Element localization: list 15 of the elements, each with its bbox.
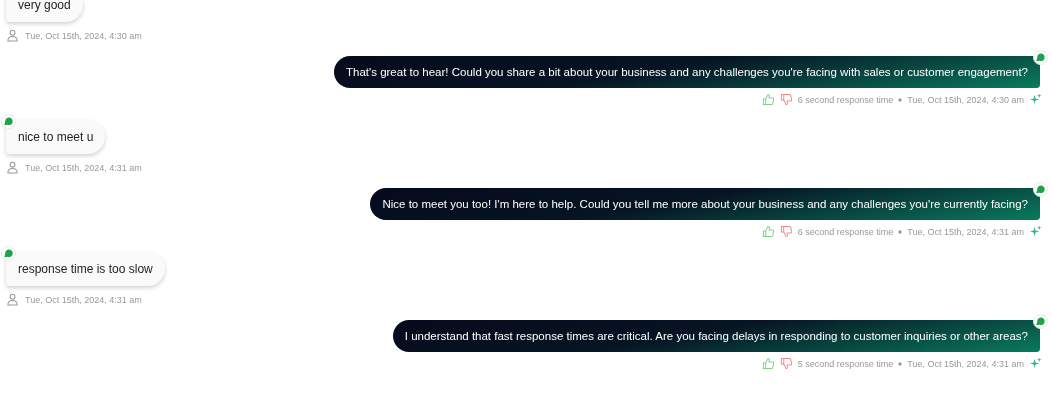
- bot-message: Nice to meet you too! I'm here to help. Could you tell me more about your business and any challenges you're currently facing?: [370, 188, 1040, 220]
- user-message: nice to meet u: [6, 120, 106, 154]
- user-message: response time is too slow: [6, 252, 165, 286]
- message-timestamp: Tue, Oct 15th, 2024, 4:30 am: [25, 30, 142, 41]
- response-time: 5 second response time: [797, 358, 894, 369]
- message-timestamp: Tue, Oct 15th, 2024, 4:31 am: [25, 162, 142, 173]
- message-timestamp: Tue, Oct 15th, 2024, 4:31 am: [907, 226, 1024, 237]
- message-timestamp: Tue, Oct 15th, 2024, 4:30 am: [907, 94, 1024, 105]
- bot-message: I understand that fast response times are critical. Are you facing delays in responding to customer inquiries or other areas?: [392, 320, 1040, 352]
- response-time: 6 second response time: [797, 226, 894, 237]
- bot-message: That's great to hear! Could you share a bit about your business and any challenges you're facing with sales or customer engagement?: [334, 56, 1040, 88]
- message-timestamp: Tue, Oct 15th, 2024, 4:31 am: [25, 294, 142, 305]
- response-time: 6 second response time: [797, 94, 894, 105]
- message-timestamp: Tue, Oct 15th, 2024, 4:31 am: [907, 358, 1024, 369]
- user-message: very good: [6, 0, 83, 22]
